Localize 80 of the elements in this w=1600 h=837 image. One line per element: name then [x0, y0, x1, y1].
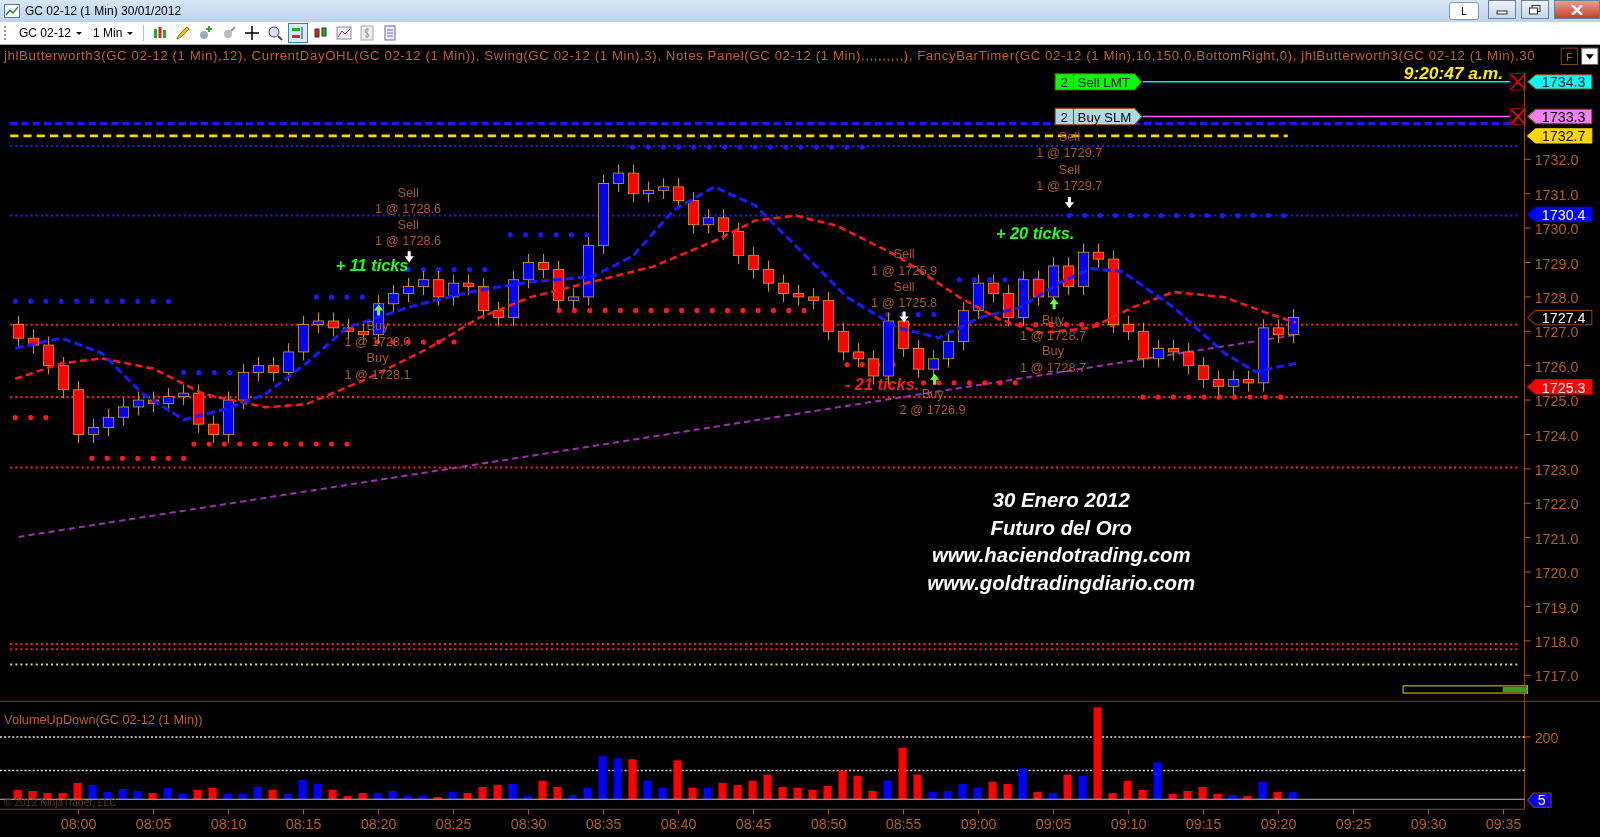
- time-axis-label: 08:35: [585, 815, 622, 832]
- trade-fill-label: 1 @ 1729.7: [1036, 145, 1103, 161]
- tick-result-note: - 21 ticks.: [844, 374, 920, 393]
- volume-pane-title: VolumeUpDown(GC 02-12 (1 Min)): [4, 711, 203, 727]
- trade-action-label: Buy: [1042, 343, 1065, 359]
- layout-button[interactable]: L: [1449, 2, 1479, 20]
- price-axis-label: 1721.0: [1534, 530, 1579, 547]
- trade-fill-label: 1 @ 1728.6: [375, 233, 442, 249]
- order-label[interactable]: 2 Buy SLM: [1054, 107, 1143, 126]
- time-axis-label: 08:05: [135, 815, 172, 832]
- copyright-text: © 2012 NinjaTrader, LLC: [4, 797, 117, 809]
- price-axis-label: 1726.0: [1534, 358, 1579, 375]
- volume-axis-label: 200: [1534, 730, 1559, 747]
- trade-action-label: Sell: [1058, 161, 1080, 177]
- panel-button[interactable]: F: [1560, 47, 1579, 65]
- time-axis-label: 08:50: [810, 815, 847, 832]
- interval-dropdown[interactable]: 1 Min: [89, 26, 138, 40]
- order-price-marker: 1733.3: [1526, 108, 1593, 126]
- price-marker: 1730.4: [1526, 206, 1593, 224]
- price-axis-label: 1731.0: [1534, 186, 1579, 203]
- indicator-list: jhlButterworth3(GC 02-12 (1 Min),12), CurrentDayOHL(GC 02-12 (1 Min)), Swing(GC 02-12 (1 Min),3), Notes Panel(GC 02-12 (1 Min),,,,,,,,,,), FancyBarTimer(GC 02-12 (1 Min),10,150,0,BottomRight,0), jhlButterworth3(GC 02-12 (1 Min),30: [4, 48, 1535, 64]
- price-axis-label: 1718.0: [1534, 633, 1579, 650]
- bar-timer-clock: 9:20:47 a.m.: [1403, 62, 1504, 83]
- time-axis-label: 09:30: [1410, 815, 1447, 832]
- chart-note: 30 Enero 2012: [992, 489, 1130, 512]
- time-axis-label: 08:10: [210, 815, 247, 832]
- chart-note: Futuro del Oro: [990, 516, 1132, 539]
- time-axis-label: 09:25: [1335, 815, 1372, 832]
- trade-fill-label: 1 @ 1728.0: [344, 334, 411, 350]
- price-axis-label: 1724.0: [1534, 427, 1579, 444]
- price-axis-label: 1728.0: [1534, 290, 1579, 307]
- tick-result-note: + 11 ticks: [335, 255, 409, 274]
- time-axis-label: 08:45: [735, 815, 772, 832]
- price-axis-label: 1723.0: [1534, 461, 1579, 478]
- price-marker: 1725.3: [1526, 379, 1593, 396]
- chart-note: www.haciendotrading.com: [931, 544, 1191, 567]
- price-axis-label: 1720.0: [1534, 565, 1579, 582]
- order-label[interactable]: 2 Sell LMT: [1054, 73, 1143, 91]
- price-axis-label: 1725.0: [1534, 393, 1579, 410]
- tick-result-note: + 20 ticks.: [995, 223, 1075, 242]
- trade-action-label: Buy: [366, 350, 389, 366]
- time-axis-label: 08:20: [360, 815, 397, 832]
- time-axis-label: 08:30: [510, 815, 547, 832]
- price-axis-label: 1719.0: [1534, 599, 1579, 616]
- time-axis-label: 09:05: [1035, 815, 1072, 832]
- order-price-marker: 1734.3: [1526, 74, 1593, 91]
- trade-action-label: Sell: [893, 246, 915, 262]
- time-axis-label: 09:35: [1485, 815, 1522, 832]
- time-axis-label: 09:00: [960, 815, 997, 832]
- time-axis-label: 09:10: [1110, 815, 1147, 832]
- trade-action-label: Buy: [366, 317, 389, 333]
- time-axis-label: 09:15: [1185, 815, 1222, 832]
- trade-action-label: Sell: [397, 216, 419, 232]
- trade-action-label: Sell: [893, 279, 915, 294]
- trade-action-label: Buy: [1042, 311, 1065, 327]
- trade-fill-label: 1 @ 1729.7: [1036, 177, 1103, 193]
- trade-fill-label: 1 @ 1725.9: [871, 262, 938, 278]
- price-axis-label: 1727.0: [1534, 324, 1579, 341]
- trade-fill-label: 1 @ 1728.6: [375, 201, 442, 217]
- time-axis-label: 08:25: [435, 815, 472, 832]
- price-marker: 1732.7: [1526, 128, 1593, 145]
- price-axis-label: 1722.0: [1534, 496, 1579, 513]
- price-marker: 1727.4: [1526, 309, 1593, 327]
- time-axis-label: 09:20: [1260, 815, 1297, 832]
- price-axis-label: 1729.0: [1534, 255, 1579, 272]
- time-axis-label: 08:40: [660, 815, 697, 832]
- time-axis-label: 08:55: [885, 815, 922, 832]
- trade-fill-label: 1 @ 1728.7: [1020, 359, 1087, 375]
- instrument-dropdown[interactable]: GC 02-12: [15, 26, 87, 40]
- trade-action-label: Sell: [397, 185, 419, 201]
- price-axis-label: 1730.0: [1534, 221, 1579, 238]
- price-axis-label: 1732.0: [1534, 152, 1579, 169]
- trade-fill-label: 2 @ 1726.9: [899, 402, 966, 418]
- time-axis-label: 08:00: [60, 815, 97, 832]
- chart-note: www.goldtradingdiario.com: [927, 571, 1196, 594]
- window-title: GC 02-12 (1 Min) 30/01/2012: [25, 4, 182, 18]
- time-axis-label: 08:15: [285, 815, 322, 832]
- trade-fill-label: 1 @ 1728.7: [1020, 327, 1087, 343]
- price-axis-label: 1717.0: [1534, 668, 1579, 685]
- trade-fill-label: 1 @ 1725.8: [871, 295, 938, 311]
